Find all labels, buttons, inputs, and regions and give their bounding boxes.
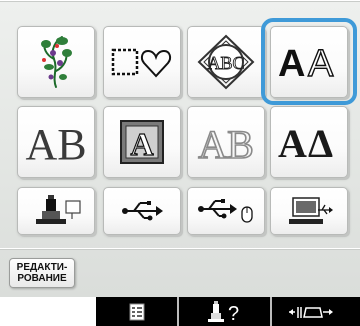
edit-button-line2: РОВАНИЕ bbox=[17, 273, 67, 284]
help-question-mark: ? bbox=[228, 303, 239, 324]
svg-text:Δ: Δ bbox=[308, 121, 333, 166]
bobbin-winding-button[interactable] bbox=[272, 297, 360, 326]
decorative-alphabet-button[interactable]: AB bbox=[17, 106, 95, 178]
monogram-pattern-button[interactable]: ABC bbox=[187, 26, 265, 98]
edit-button[interactable]: РЕДАКТИ- РОВАНИЕ bbox=[9, 258, 75, 288]
usb-mouse-button[interactable] bbox=[187, 187, 265, 235]
greek-alphabet-button[interactable]: A Δ bbox=[270, 106, 348, 178]
machine-memory-icon bbox=[36, 195, 81, 224]
svg-text:A: A bbox=[130, 126, 153, 162]
embroidery-pattern-icon bbox=[41, 36, 72, 88]
selection-highlight bbox=[261, 18, 357, 105]
computer-button[interactable] bbox=[270, 187, 348, 235]
help-icon: ? bbox=[207, 300, 239, 324]
help-button[interactable]: ? bbox=[179, 297, 270, 326]
lower-separator bbox=[0, 248, 360, 250]
svg-text:AB: AB bbox=[25, 120, 86, 167]
svg-text:AB: AB bbox=[198, 122, 254, 167]
frame-pattern-icon bbox=[111, 48, 172, 78]
bobbin-winding-icon bbox=[289, 306, 333, 318]
reference-sheet-icon bbox=[129, 303, 144, 320]
svg-text:ABC: ABC bbox=[207, 53, 244, 73]
computer-icon bbox=[289, 197, 333, 224]
usb-media-icon bbox=[122, 201, 163, 221]
svg-text:A: A bbox=[278, 121, 307, 166]
decorative-alphabet-icon: AB bbox=[25, 120, 86, 167]
decorative-letter-icon: A bbox=[120, 120, 164, 164]
machine-memory-button[interactable] bbox=[17, 187, 95, 235]
frame-pattern-button[interactable] bbox=[103, 26, 181, 98]
outline-alphabet-icon: AB bbox=[197, 121, 254, 167]
outline-alphabet-button[interactable]: AB bbox=[187, 106, 265, 178]
embroidery-pattern-button[interactable] bbox=[17, 26, 95, 98]
top-separator bbox=[0, 0, 360, 2]
reference-sheet-button[interactable] bbox=[96, 297, 177, 326]
greek-alphabet-icon: A Δ bbox=[278, 121, 333, 166]
monogram-pattern-icon: ABC bbox=[197, 34, 255, 90]
usb-mouse-icon bbox=[198, 199, 253, 223]
edit-button-line1: РЕДАКТИ- bbox=[16, 262, 68, 273]
decorative-letter-button[interactable]: A bbox=[103, 106, 181, 178]
embroidery-screen: ABC A A AB A AB A Δ РЕДАКТИ- РОВАНИЕ ? bbox=[0, 0, 360, 326]
usb-media-button[interactable] bbox=[103, 187, 181, 235]
